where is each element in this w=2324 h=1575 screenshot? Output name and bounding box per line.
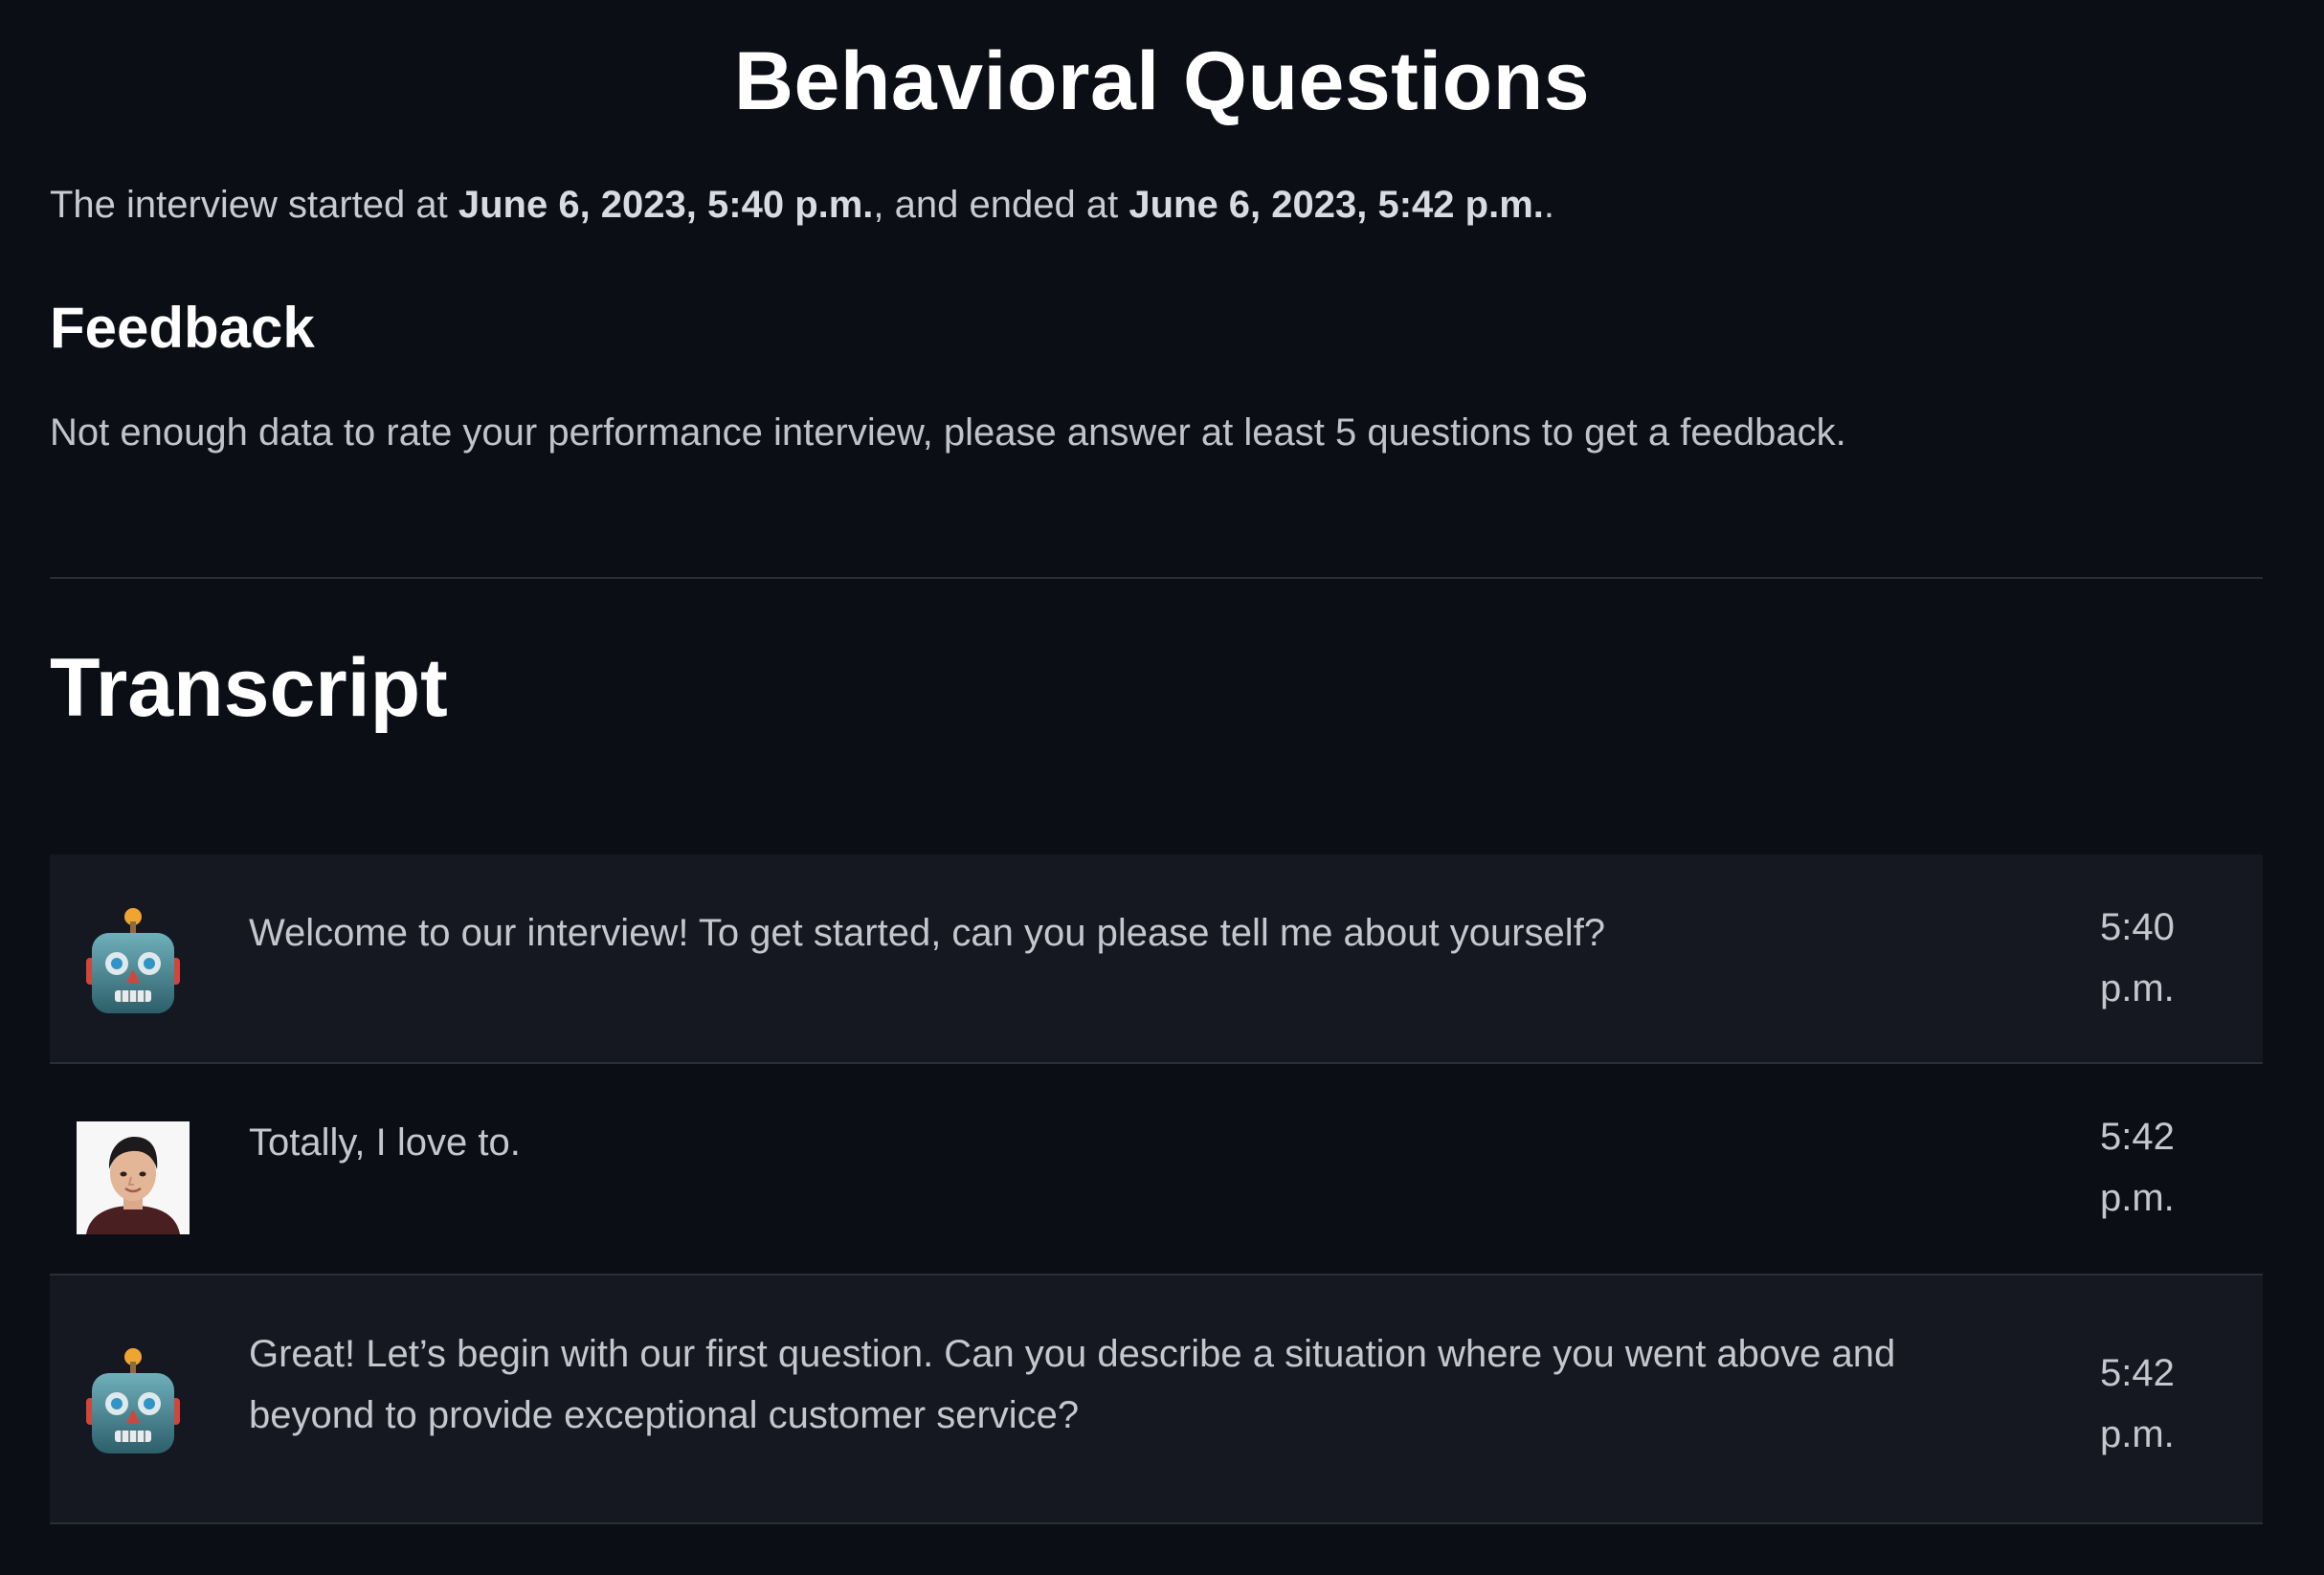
transcript-list: Welcome to our interview! To get started… <box>50 854 2263 1524</box>
user-avatar-photo <box>77 1121 190 1234</box>
message-text: Totally, I love to. <box>249 1121 521 1164</box>
interview-time-summary: The interview started at June 6, 2023, 5… <box>50 184 1554 227</box>
message-timestamp: 5:42 p.m. <box>2100 1352 2175 1455</box>
feedback-heading: Feedback <box>50 296 315 360</box>
message-timestamp: 5:40 p.m. <box>2100 906 2175 1009</box>
section-divider <box>50 577 2263 579</box>
message-timestamp: 5:42 p.m. <box>2100 1116 2175 1219</box>
transcript-message-row: Great! Let’s begin with our first questi… <box>50 1276 2263 1524</box>
robot-icon <box>77 1344 190 1457</box>
interview-start-time: June 6, 2023, 5:40 p.m. <box>458 184 874 226</box>
transcript-message-row: Totally, I love to. 5:42 p.m. <box>50 1064 2263 1276</box>
transcript-message-row: Welcome to our interview! To get started… <box>50 854 2263 1064</box>
page-title: Behavioral Questions <box>733 35 1591 127</box>
transcript-heading: Transcript <box>50 642 448 734</box>
interview-time-suffix: . <box>1543 184 1555 226</box>
robot-icon <box>77 904 190 1017</box>
interview-end-time: June 6, 2023, 5:42 p.m. <box>1128 184 1544 226</box>
interview-time-middle: , and ended at <box>873 184 1129 226</box>
feedback-message: Not enough data to rate your performance… <box>50 411 1846 454</box>
message-text: Great! Let’s begin with our first questi… <box>249 1333 1896 1436</box>
message-text: Welcome to our interview! To get started… <box>249 912 1606 954</box>
interview-time-prefix: The interview started at <box>50 184 458 226</box>
interview-report-page: Behavioral Questions The interview start… <box>0 0 2324 1575</box>
